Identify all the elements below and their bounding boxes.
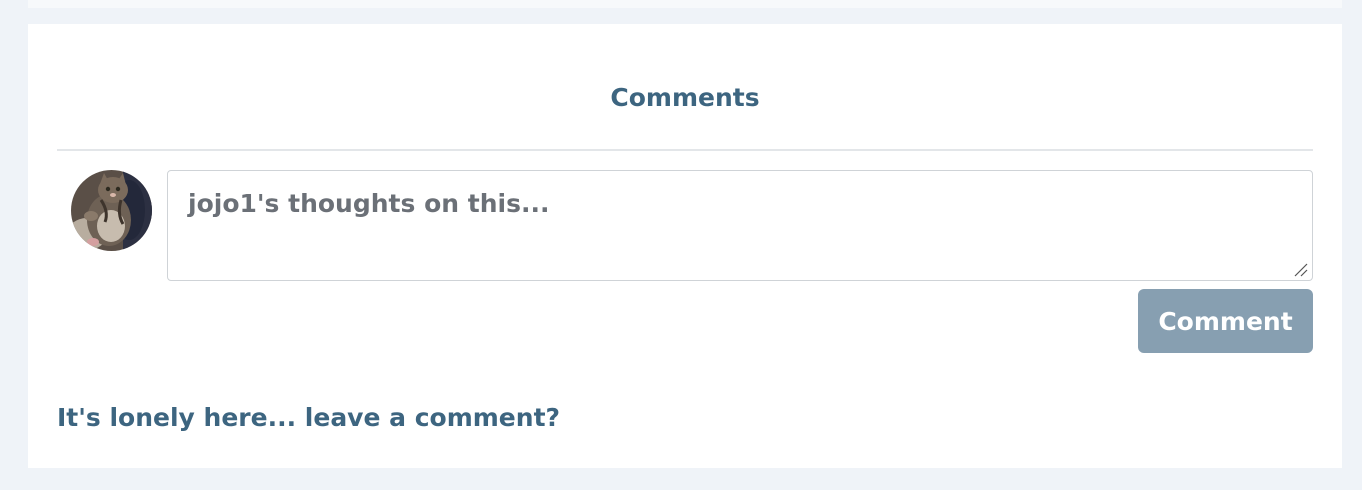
submit-comment-button[interactable]: Comment <box>1138 289 1313 353</box>
comments-heading: Comments <box>610 83 760 112</box>
user-avatar <box>71 170 152 251</box>
heading-divider <box>57 149 1313 151</box>
previous-section-edge <box>28 0 1342 8</box>
empty-comments-message: It's lonely here... leave a comment? <box>57 403 561 432</box>
cat-photo-icon <box>71 170 152 251</box>
resize-handle-icon[interactable] <box>1293 262 1309 278</box>
comment-input[interactable] <box>167 170 1313 281</box>
